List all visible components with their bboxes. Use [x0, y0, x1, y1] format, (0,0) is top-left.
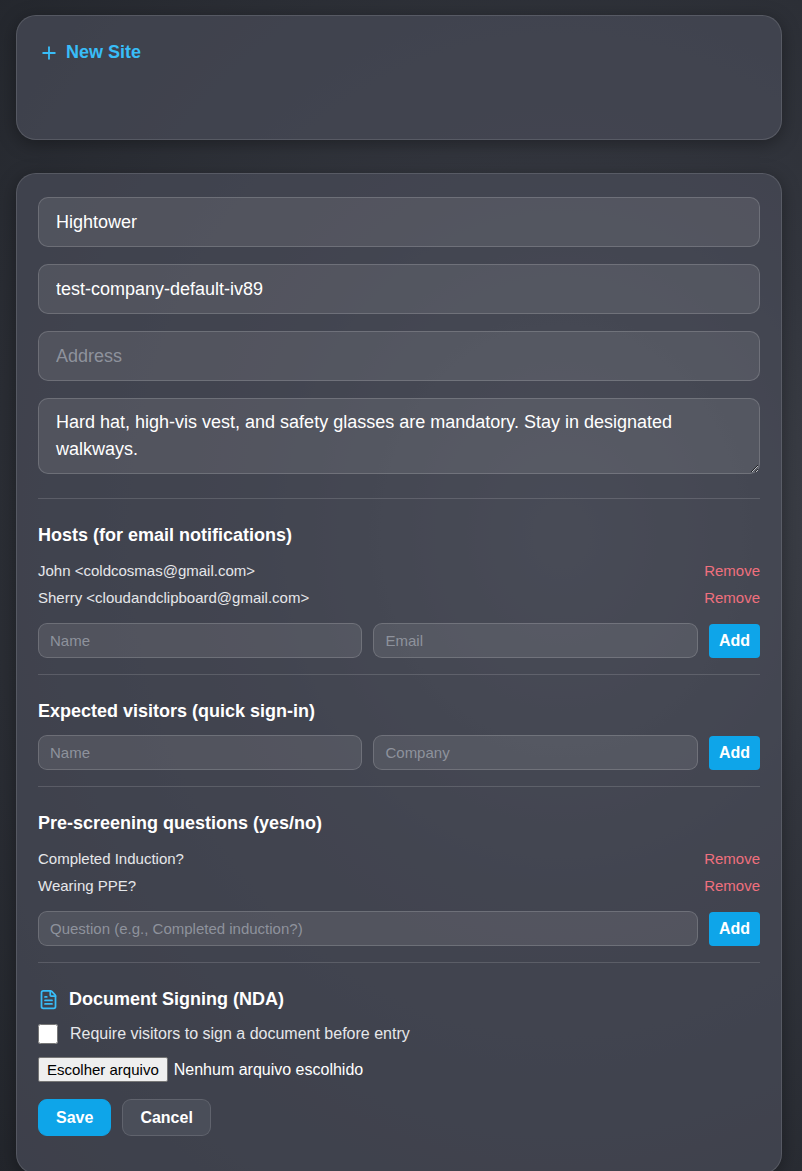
require-signing-row[interactable]: Require visitors to sign a document befo… — [38, 1021, 760, 1047]
choose-file-button[interactable]: Escolher arquivo — [38, 1057, 168, 1082]
top-card: New Site — [16, 15, 782, 140]
section-title: Hosts (for email notifications) — [38, 523, 760, 547]
expected-visitors-section: Expected visitors (quick sign-in) Add — [38, 675, 760, 787]
slug-input[interactable] — [38, 264, 760, 314]
site-form: Hard hat, high-vis vest, and safety glas… — [16, 173, 782, 1171]
item-text: Sherry <cloudandclipboard@gmail.com> — [38, 589, 309, 606]
address-input[interactable] — [38, 331, 760, 381]
document-signing-section: Document Signing (NDA) Require visitors t… — [38, 963, 760, 1152]
safety-notes-textarea[interactable]: Hard hat, high-vis vest, and safety glas… — [38, 398, 760, 474]
document-icon — [38, 989, 59, 1010]
cancel-button[interactable]: Cancel — [122, 1099, 210, 1136]
section-title: Expected visitors (quick sign-in) — [38, 699, 760, 723]
add-input[interactable] — [38, 623, 362, 658]
add-button[interactable]: Add — [709, 736, 760, 770]
questions-section: Pre-screening questions (yes/no) Complete… — [38, 787, 760, 963]
add-row: Add — [38, 911, 760, 946]
add-button[interactable]: Add — [709, 912, 760, 946]
add-input[interactable] — [38, 735, 362, 770]
item-text: Wearing PPE? — [38, 877, 136, 894]
list-item: Completed Induction? Remove — [38, 845, 760, 872]
add-input[interactable] — [373, 735, 697, 770]
list-item: John <coldcosmas@gmail.com> Remove — [38, 557, 760, 584]
name-input[interactable] — [38, 197, 760, 247]
file-picker: Escolher arquivo Nenhum arquivo escolhido — [38, 1057, 760, 1082]
remove-button[interactable]: Remove — [704, 589, 760, 606]
add-button[interactable]: Add — [709, 624, 760, 658]
remove-button[interactable]: Remove — [704, 877, 760, 894]
hosts-section: Hosts (for email notifications) John <col… — [38, 499, 760, 675]
remove-button[interactable]: Remove — [704, 850, 760, 867]
new-site-button[interactable]: New Site — [39, 42, 141, 63]
section-title: Pre-screening questions (yes/no) — [38, 811, 760, 835]
add-input[interactable] — [38, 911, 698, 946]
remove-button[interactable]: Remove — [704, 562, 760, 579]
require-signing-checkbox[interactable] — [38, 1024, 58, 1044]
form-actions: Save Cancel — [38, 1099, 760, 1136]
add-row: Add — [38, 735, 760, 770]
file-status: Nenhum arquivo escolhido — [174, 1061, 363, 1079]
add-row: Add — [38, 623, 760, 658]
plus-icon — [39, 43, 59, 63]
section-title: Document Signing (NDA) — [38, 987, 760, 1011]
list-item: Sherry <cloudandclipboard@gmail.com> Remo… — [38, 584, 760, 611]
item-text: Completed Induction? — [38, 850, 184, 867]
page: New Site Hard hat, high-vis vest, and saf… — [0, 0, 802, 1171]
add-input[interactable] — [373, 623, 697, 658]
list-item: Wearing PPE? Remove — [38, 872, 760, 899]
save-button[interactable]: Save — [38, 1099, 111, 1136]
item-text: John <coldcosmas@gmail.com> — [38, 562, 255, 579]
main-fields: Hard hat, high-vis vest, and safety glas… — [38, 197, 760, 499]
